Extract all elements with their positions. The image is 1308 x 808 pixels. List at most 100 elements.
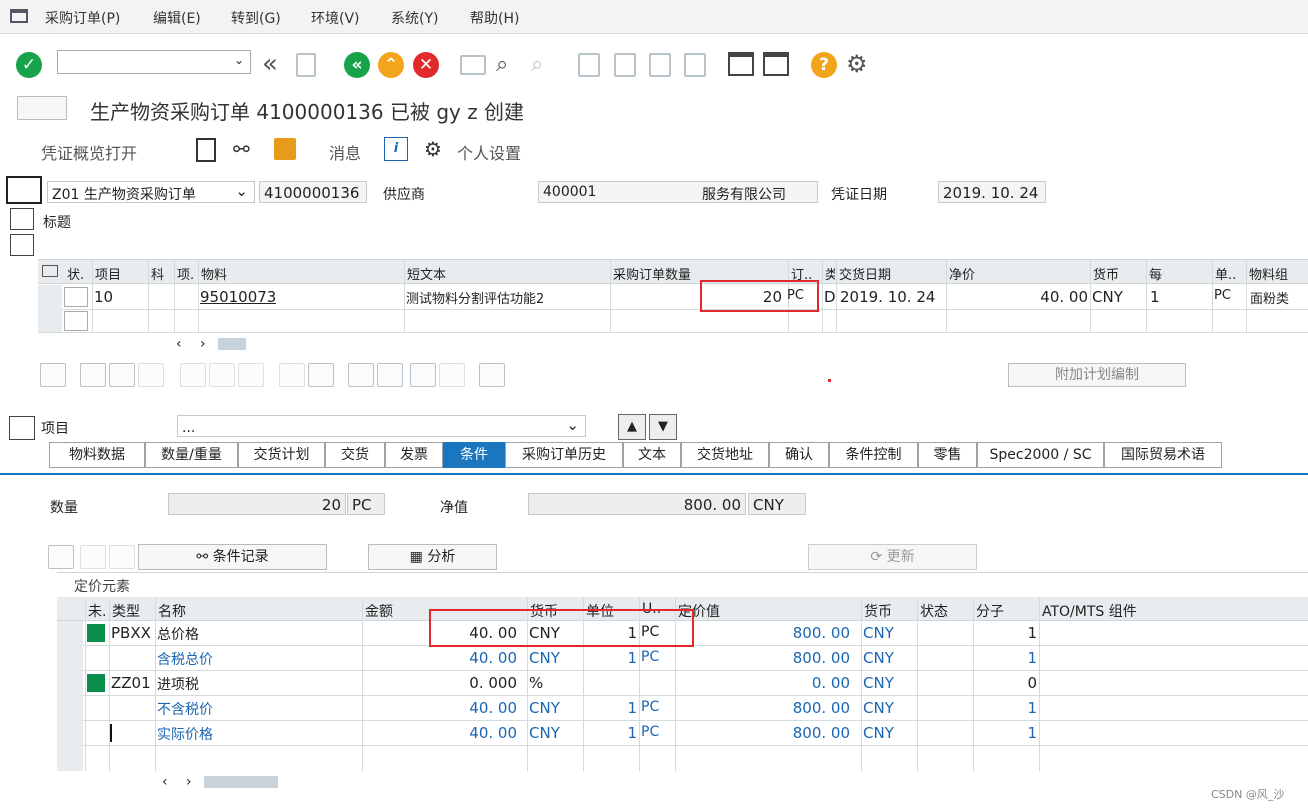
- sub-items-button[interactable]: [308, 363, 334, 387]
- tab-0[interactable]: 物料数据: [49, 442, 145, 468]
- pricing-col-header[interactable]: 货币: [864, 601, 892, 621]
- menu-help[interactable]: 帮助(H): [470, 8, 519, 28]
- menu-system[interactable]: 系统(Y): [391, 8, 438, 28]
- items-col-header[interactable]: 状.: [67, 264, 91, 283]
- info-icon[interactable]: i: [384, 137, 408, 161]
- find-next-icon[interactable]: ⌕: [531, 52, 543, 77]
- tab-2[interactable]: 交货计划: [238, 442, 325, 468]
- pricing-scroll-left[interactable]: ‹: [162, 774, 168, 790]
- tab-6[interactable]: 采购订单历史: [505, 442, 623, 468]
- items-col-header[interactable]: 货币: [1093, 264, 1145, 283]
- copy-button[interactable]: [279, 363, 305, 387]
- items-col-header[interactable]: 物料组: [1249, 264, 1307, 283]
- settings-gear-icon[interactable]: ⚙: [846, 50, 868, 78]
- order-type-select[interactable]: Z01 生产物资采购订单 ⌄: [47, 181, 255, 203]
- lock-button[interactable]: [209, 363, 235, 387]
- pricing-col-header[interactable]: 名称: [158, 601, 186, 621]
- condition-add-button[interactable]: [80, 545, 106, 569]
- cancel-icon[interactable]: ✕: [413, 52, 439, 78]
- items-col-header[interactable]: 短文本: [407, 264, 609, 283]
- condition-delete-button[interactable]: [109, 545, 135, 569]
- tab-8[interactable]: 交货地址: [681, 442, 769, 468]
- doc-overview-button[interactable]: 凭证概览打开: [41, 140, 137, 164]
- analysis-button[interactable]: ▦ 分析: [368, 544, 497, 570]
- item-down-button[interactable]: ▼: [649, 414, 677, 440]
- select-all-button[interactable]: [80, 363, 106, 387]
- filter-button[interactable]: [410, 363, 436, 387]
- display-change-icon[interactable]: ⚯: [233, 137, 250, 161]
- pricing-col-header[interactable]: 状态: [920, 601, 948, 621]
- print-icon[interactable]: [460, 55, 486, 75]
- extra-plan-button[interactable]: 附加计划编制: [1008, 363, 1186, 387]
- pricing-scroll-right[interactable]: ›: [186, 774, 192, 790]
- last-page-icon[interactable]: [684, 53, 706, 77]
- menu-purchase-order[interactable]: 采购订单(P): [45, 8, 120, 28]
- sort-asc-button[interactable]: [348, 363, 374, 387]
- pricing-row-selector[interactable]: [57, 621, 83, 771]
- table-scroll-right[interactable]: ›: [200, 336, 206, 352]
- status-checkbox-empty[interactable]: [64, 311, 88, 331]
- previous-page-icon[interactable]: [614, 53, 636, 77]
- messages-button[interactable]: 消息: [329, 140, 361, 164]
- save-icon[interactable]: [296, 53, 316, 77]
- command-field[interactable]: ⌄: [57, 50, 251, 74]
- new-document-icon[interactable]: [196, 138, 216, 162]
- pricing-col-header[interactable]: ATO/MTS 组件: [1042, 601, 1137, 621]
- expand-items-icon[interactable]: [10, 234, 34, 256]
- vendor-field[interactable]: 400001 服务有限公司: [538, 181, 818, 203]
- find-icon[interactable]: ⌕: [496, 52, 508, 77]
- collapse-item-icon[interactable]: [9, 416, 35, 440]
- table-scroll-left[interactable]: ‹: [176, 336, 182, 352]
- row-selector[interactable]: [38, 285, 62, 332]
- tab-10[interactable]: 条件控制: [829, 442, 918, 468]
- sort-desc-button[interactable]: [377, 363, 403, 387]
- doc-date-field[interactable]: 2019. 10. 24: [938, 181, 1046, 203]
- order-number-field[interactable]: 4100000136: [259, 181, 367, 203]
- tab-12[interactable]: Spec2000 / SC: [977, 442, 1104, 468]
- condition-details-button[interactable]: [48, 545, 74, 569]
- first-page-icon[interactable]: [578, 53, 600, 77]
- items-col-header[interactable]: 项目: [95, 264, 147, 283]
- update-button[interactable]: ⟳ 更新: [808, 544, 977, 570]
- create-session-icon[interactable]: [728, 52, 754, 76]
- help-icon[interactable]: ?: [811, 52, 837, 78]
- items-col-header[interactable]: 项.: [177, 264, 197, 283]
- material-link[interactable]: 95010073: [200, 288, 276, 306]
- pricing-col-header[interactable]: 未.: [88, 601, 106, 621]
- items-col-header[interactable]: 科: [151, 264, 173, 283]
- attachment-button[interactable]: [479, 363, 505, 387]
- hold-icon[interactable]: [274, 138, 296, 160]
- items-col-header[interactable]: 净价: [949, 264, 1089, 283]
- expand-header-icon[interactable]: [10, 208, 34, 230]
- menu-goto[interactable]: 转到(G): [231, 8, 281, 28]
- delete-button[interactable]: [180, 363, 206, 387]
- enter-icon[interactable]: ✓: [16, 52, 42, 78]
- back-icon[interactable]: «: [344, 52, 370, 78]
- table-scrollbar-thumb[interactable]: [218, 338, 246, 350]
- deselect-all-button[interactable]: [138, 363, 164, 387]
- items-col-header[interactable]: 类: [825, 264, 835, 283]
- pricing-col-header[interactable]: 分子: [976, 601, 1004, 621]
- filter-remove-button[interactable]: [439, 363, 465, 387]
- tab-4[interactable]: 发票: [385, 442, 443, 468]
- tab-11[interactable]: 零售: [918, 442, 977, 468]
- tab-1[interactable]: 数量/重量: [145, 442, 238, 468]
- back-double-icon[interactable]: «: [262, 51, 278, 77]
- cart-icon[interactable]: [6, 176, 42, 204]
- select-all-icon[interactable]: [42, 265, 58, 277]
- tab-9[interactable]: 确认: [769, 442, 829, 468]
- items-col-header[interactable]: 每: [1149, 264, 1211, 283]
- tab-3[interactable]: 交货: [325, 442, 385, 468]
- exit-icon[interactable]: ⌃: [378, 52, 404, 78]
- select-block-button[interactable]: [109, 363, 135, 387]
- status-checkbox[interactable]: [64, 287, 88, 307]
- item-details-button[interactable]: [40, 363, 66, 387]
- pricing-col-header[interactable]: 类型: [112, 601, 140, 621]
- unlock-button[interactable]: [238, 363, 264, 387]
- items-col-header[interactable]: 单..: [1215, 264, 1245, 283]
- menu-edit[interactable]: 编辑(E): [153, 8, 201, 28]
- items-col-header[interactable]: 物料: [201, 264, 403, 283]
- create-shortcut-icon[interactable]: [763, 52, 789, 76]
- tab-5[interactable]: 条件: [443, 442, 505, 468]
- items-col-header[interactable]: 交货日期: [839, 264, 945, 283]
